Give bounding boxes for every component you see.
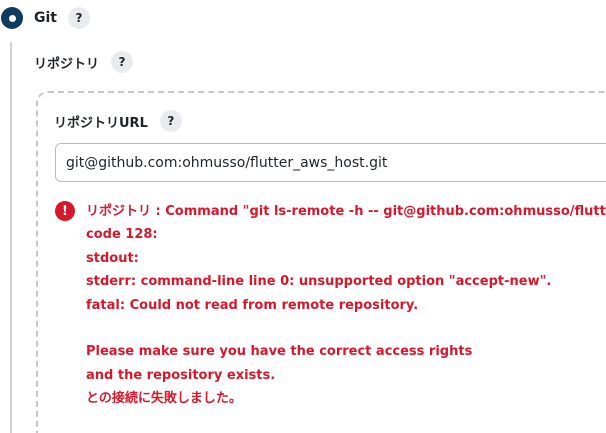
repositories-section-title: リポジトリ ? [34,50,134,74]
repository-url-input[interactable] [55,143,606,182]
nesting-line [10,42,12,433]
error-text: リポジトリ : Command "git ls-remote -h -- git… [86,200,606,411]
error-line: stdout: [86,250,139,266]
error-line: and the repository exists. [86,367,276,383]
error-line [86,317,606,340]
git-radio-button[interactable] [1,7,23,29]
error-line: code 128: [86,227,158,243]
error-line: stderr: command-line line 0: unsupported… [86,274,552,290]
git-help-icon[interactable]: ? [67,7,90,29]
error-line: Please make sure you have the correct ac… [86,344,473,360]
scm-config-panel: Git ? リポジトリ ? リポジトリURL ? ! リポジトリ : Comma… [0,0,606,433]
error-line: リポジトリ : Command "git ls-remote -h -- git… [86,204,606,219]
error-line: fatal: Could not read from remote reposi… [86,297,419,313]
repository-url-label: リポジトリURL [54,115,148,131]
repositories-title: リポジトリ [34,56,100,72]
error-line: との接続に失敗しました。 [86,391,242,407]
repository-url-label-row: リポジトリURL ? [54,109,182,133]
git-option-label[interactable]: Git [34,10,57,26]
error-icon: ! [55,201,75,221]
git-scm-option[interactable]: Git ? [0,6,90,30]
repositories-help-icon[interactable]: ? [111,51,134,73]
repository-url-help-icon[interactable]: ? [159,110,182,132]
